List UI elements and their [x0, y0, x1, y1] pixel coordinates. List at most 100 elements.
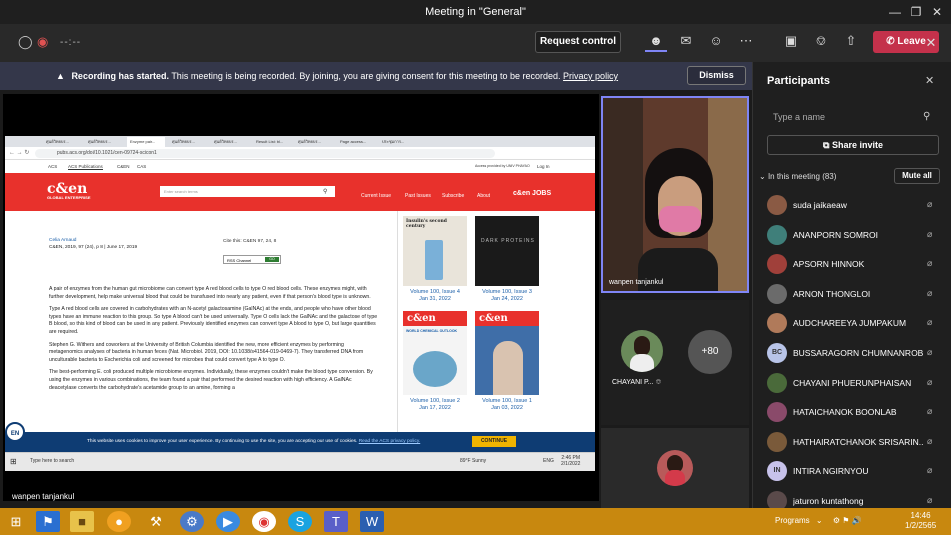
article-paragraph: Type A red blood cells are covered in ca… — [49, 306, 378, 335]
mask-image — [659, 206, 701, 232]
media-player-icon[interactable]: ● — [107, 511, 131, 532]
share-invite-button[interactable]: ⧉ Share invite — [767, 135, 939, 155]
share-screen-icon[interactable]: ⇧ — [840, 30, 862, 52]
cover-4-title: Insulin's second century — [406, 219, 447, 229]
nav-current-issue: Current Issue — [361, 193, 392, 199]
close-icon[interactable]: ✕ — [925, 74, 934, 87]
article-paragraph: The best-performing E. coli produced mul… — [49, 369, 373, 391]
participant-row[interactable]: BC BUSSARAGORN CHUMNANROB ⌀ — [753, 339, 951, 369]
skype-icon[interactable]: S — [288, 511, 312, 532]
participant-name: HATHAIRATCHANOK SRISARIN... — [793, 436, 923, 447]
tray-icons[interactable]: ⚙ ⚑ 🔊 — [833, 516, 862, 525]
dismiss-button[interactable]: Dismiss — [687, 66, 746, 85]
reactions-icon[interactable]: ☺ — [705, 30, 727, 52]
in-meeting-header[interactable]: ⌄ In this meeting (83) — [759, 172, 836, 181]
word-icon[interactable]: W — [360, 511, 384, 532]
participant-row[interactable]: ARNON THONGLOI ⌀ — [753, 280, 951, 310]
search-icon: ⚲ — [323, 189, 328, 195]
body-image — [630, 354, 654, 372]
chrome-icon[interactable]: ◉ — [252, 511, 276, 532]
more-participants-button[interactable]: +80 — [688, 330, 732, 374]
participant-name: suda jaikaeaw — [793, 200, 847, 210]
avatar: IN — [767, 461, 787, 482]
continue-button: CONTINUE — [472, 436, 516, 447]
share-invite-icon: ⧉ — [823, 140, 830, 150]
cover-3-title: DARK PROTEINS — [481, 238, 535, 244]
tray-chevron-icon[interactable]: ⌄ — [816, 516, 823, 525]
network-icon[interactable]: ⚙ — [180, 511, 204, 532]
minimize-icon[interactable]: — — [884, 3, 906, 21]
participant-row[interactable]: CHAYANI PHUERUNPHAISAN ⌀ — [753, 369, 951, 399]
more-options-icon[interactable]: ⋯ — [735, 30, 757, 52]
maximize-icon[interactable]: ❐ — [905, 3, 927, 21]
shield-icon: ◯ — [18, 34, 33, 49]
participant-row[interactable]: IN INTIRA NGIRNYOU ⌀ — [753, 457, 951, 487]
shared-screen[interactable]: ศุนย์วิทยบร... ศุนย์วิทยบร... Enzyme pair.… — [3, 94, 599, 501]
mute-all-button[interactable]: Mute all — [894, 168, 940, 184]
shoulders-image — [638, 248, 718, 291]
chayani-name: CHAYANI P... ⎊ — [612, 379, 662, 386]
teams-icon[interactable]: T — [324, 511, 348, 532]
video-tile-main[interactable] — [601, 96, 749, 293]
windows-start-icon: ⊞ — [10, 457, 17, 466]
main-video-name: wanpen tanjankul — [609, 279, 664, 286]
acs-privacy-link: Read the ACS privacy policy. — [358, 439, 421, 444]
participant-row[interactable]: suda jaikaeaw ⌀ — [753, 191, 951, 221]
cover-1-logo: c&en — [475, 311, 539, 326]
start-icon[interactable]: ⊞ — [4, 511, 28, 532]
url-field: pubs.acs.org/doi/10.1021/cen-09724-scico… — [35, 149, 495, 158]
tool-icon[interactable]: ⚒ — [144, 511, 168, 532]
remote-weather: 89°F Sunny — [460, 458, 487, 464]
avatar — [767, 402, 787, 423]
share-invite-label: Share invite — [831, 140, 883, 150]
cover-1-label: Volume 100, Issue 1 Jan 03, 2022 — [482, 398, 532, 411]
close-window-icon[interactable]: ✕ — [926, 3, 948, 21]
security-shield-icon[interactable]: ⚑ — [36, 511, 60, 532]
participant-name: APSORN HINNOK — [793, 259, 865, 270]
bookshelf-image — [603, 98, 643, 291]
close-panel-icon[interactable]: ✕ — [920, 32, 942, 54]
muted-mic-icon: ⌀ — [927, 435, 933, 446]
participant-list: suda jaikaeaw ⌀ ANANPORN SOMROI ⌀ APSORN HIN… — [753, 191, 951, 508]
programs-label[interactable]: Programs — [775, 516, 810, 525]
author-name: Celia Arnaud — [49, 238, 77, 243]
login-link: Log In — [537, 164, 550, 169]
nav-arrows-icon: ← → ↻ — [9, 150, 30, 156]
language-badge: EN — [5, 422, 25, 442]
cookie-banner: This website uses cookies to improve you… — [5, 432, 595, 452]
file-explorer-icon[interactable]: ■ — [70, 511, 94, 532]
privacy-policy-link[interactable]: Privacy policy — [563, 71, 618, 81]
cover-2-logo: c&en — [403, 311, 467, 326]
participant-row[interactable]: HATAICHANOK BOONLAB ⌀ — [753, 398, 951, 428]
cover-2-title: WORLD CHEMICAL OUTLOOK — [406, 329, 458, 333]
participant-row[interactable]: HATHAIRATCHANOK SRISARIN... ⌀ — [753, 428, 951, 458]
participant-row[interactable]: AUDCHAREEYA JUMPAKUM ⌀ — [753, 309, 951, 339]
request-control-button[interactable]: Request control — [535, 31, 621, 53]
video-tile-bottom — [601, 428, 749, 508]
participant-row[interactable]: APSORN HINNOK ⌀ — [753, 250, 951, 280]
participant-row[interactable]: jaturon kuntathong ⌀ — [753, 487, 951, 508]
cen-header: c&en GLOBAL ENTERPRISE Enter search terms… — [5, 173, 595, 211]
avatar — [767, 490, 787, 508]
warning-icon: ▲ — [56, 71, 65, 81]
mic-off-icon[interactable]: ⎊ — [810, 30, 832, 52]
chat-icon[interactable]: ✉ — [675, 30, 697, 52]
chayani-avatar[interactable] — [621, 330, 663, 372]
remote-clock: 2:46 PM 2/1/2022 — [561, 455, 581, 467]
cen-logo: c&en GLOBAL ENTERPRISE — [47, 181, 91, 200]
rss-go-button: GO — [265, 257, 279, 262]
participants-icon[interactable]: ☻ — [645, 30, 667, 52]
cover-3-label: Volume 100, Issue 3 Jan 24, 2022 — [482, 289, 532, 302]
participant-row[interactable]: ANANPORN SOMROI ⌀ — [753, 221, 951, 251]
avatar — [767, 254, 787, 275]
cover-issue-2: c&en WORLD CHEMICAL OUTLOOK — [403, 311, 467, 395]
participant-avatar[interactable] — [657, 450, 693, 486]
avatar — [767, 372, 787, 393]
participant-search-input[interactable]: Type a name — [767, 107, 942, 127]
search-icon[interactable]: ⚲ — [923, 111, 930, 122]
avatar: BC — [767, 342, 787, 363]
remote-desktop-icon[interactable]: ▶ — [216, 511, 240, 532]
camera-off-icon[interactable]: ▣ — [780, 30, 802, 52]
acs-pubs-link: ACS Publications — [68, 164, 103, 170]
banner-message: ▲ Recording has started. This meeting is… — [56, 71, 618, 81]
